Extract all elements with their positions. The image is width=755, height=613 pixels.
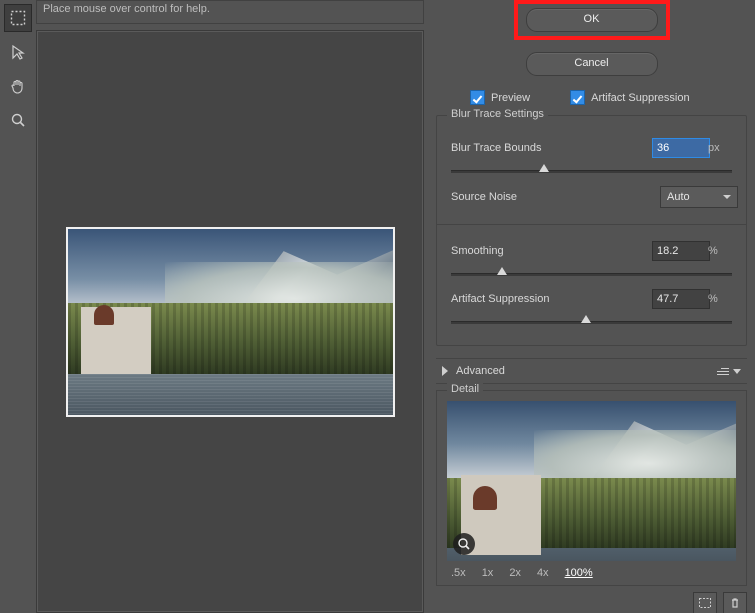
chevron-down-icon [733, 369, 741, 374]
panel-menu-button[interactable] [717, 368, 741, 375]
blur-trace-settings-group: Blur Trace Settings Blur Trace Bounds px… [436, 115, 747, 346]
zoom-4x[interactable]: 4x [537, 567, 549, 579]
preview-canvas[interactable] [36, 30, 424, 613]
unit-percent: % [708, 293, 732, 305]
source-noise-value: Auto [667, 191, 690, 203]
blur-trace-bounds-label: Blur Trace Bounds [451, 142, 579, 154]
add-trace-button[interactable] [693, 592, 717, 613]
source-noise-select[interactable]: Auto [660, 186, 738, 208]
advanced-label: Advanced [456, 365, 505, 377]
artifact-suppression-checkbox[interactable]: Artifact Suppression [570, 90, 689, 105]
left-toolbar [0, 0, 36, 613]
artifact-suppression-input[interactable] [652, 289, 710, 309]
delete-trace-button[interactable] [723, 592, 747, 613]
detail-preview[interactable] [447, 401, 736, 561]
artifact-suppression-slider[interactable] [451, 321, 732, 324]
direct-select-tool[interactable] [4, 38, 32, 66]
source-noise-label: Source Noise [451, 191, 579, 203]
zoom-bar: .5x 1x 2x 4x 100% [447, 561, 736, 579]
chevron-down-icon [723, 195, 731, 199]
triangle-right-icon [442, 366, 448, 376]
blur-trace-bounds-input[interactable] [652, 138, 710, 158]
advanced-section-toggle[interactable]: Advanced [436, 358, 747, 384]
smoothing-input[interactable] [652, 241, 710, 261]
ok-button[interactable]: OK [526, 8, 658, 32]
zoom-2x[interactable]: 2x [509, 567, 521, 579]
artifact-checkbox-label: Artifact Suppression [591, 92, 689, 104]
blur-trace-bounds-slider[interactable] [451, 170, 732, 173]
smoothing-slider[interactable] [451, 273, 732, 276]
group-title: Blur Trace Settings [447, 108, 548, 120]
smoothing-label: Smoothing [451, 245, 579, 257]
unit-percent: % [708, 245, 732, 257]
zoom-100[interactable]: 100% [565, 567, 593, 579]
slider-thumb-icon[interactable] [497, 267, 507, 275]
unit-px: px [708, 142, 732, 154]
slider-thumb-icon[interactable] [539, 164, 549, 172]
slider-thumb-icon[interactable] [581, 315, 591, 323]
cancel-button[interactable]: Cancel [526, 52, 658, 76]
group-title: Detail [447, 383, 483, 395]
preview-image [66, 227, 395, 417]
hand-tool[interactable] [4, 72, 32, 100]
ok-highlight: OK [514, 0, 670, 40]
preview-checkbox[interactable]: Preview [470, 90, 530, 105]
artifact-suppression-label: Artifact Suppression [451, 293, 579, 305]
checkmark-icon [470, 90, 485, 105]
zoom-1x[interactable]: 1x [482, 567, 494, 579]
loupe-icon[interactable] [453, 533, 475, 555]
detail-group: Detail .5x 1x 2x 4x 100% [436, 390, 747, 586]
checkmark-icon [570, 90, 585, 105]
zoom-half[interactable]: .5x [451, 567, 466, 579]
menu-icon [717, 368, 729, 375]
help-status-bar: Place mouse over control for help. [36, 0, 424, 24]
zoom-tool[interactable] [4, 106, 32, 134]
preview-checkbox-label: Preview [491, 92, 530, 104]
marquee-tool[interactable] [4, 4, 32, 32]
